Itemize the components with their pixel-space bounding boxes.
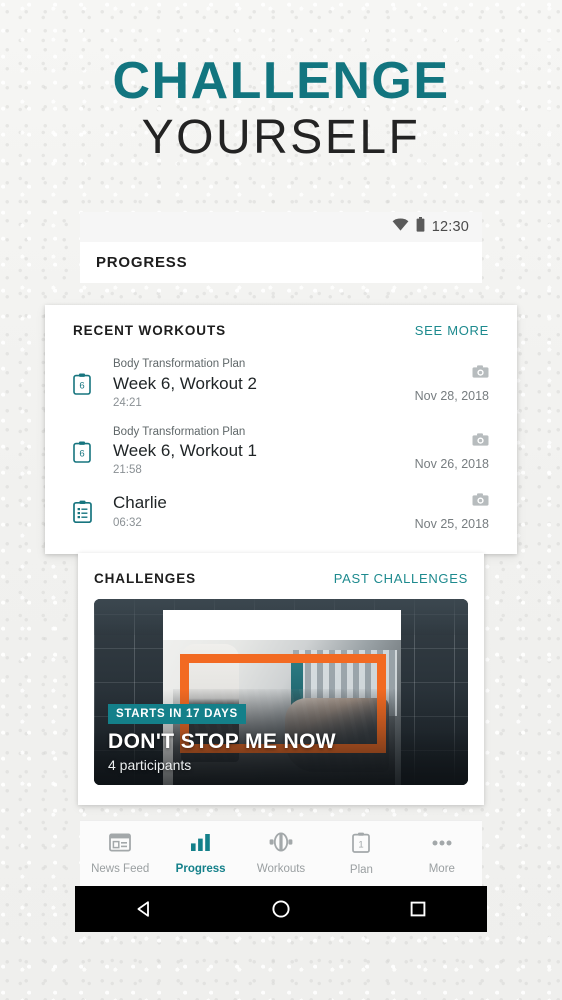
- clipboard-week-icon: 6: [73, 441, 107, 463]
- bottom-navigation: News Feed Progress Workouts 1 Plan More: [80, 820, 482, 886]
- headline-line-2: YOURSELF: [141, 111, 421, 165]
- table-row[interactable]: Charlie 06:32 Nov 25, 2018: [73, 485, 489, 537]
- recents-square-icon[interactable]: [395, 886, 441, 932]
- phone-mockup: 12:30 PROGRESS RECENT WORKOUTS SEE MORE …: [45, 212, 517, 932]
- workout-title: Week 6, Workout 2: [113, 373, 257, 393]
- news-feed-icon: [109, 832, 132, 857]
- bar-chart-icon: [190, 833, 211, 857]
- recent-workouts-title: RECENT WORKOUTS: [73, 323, 226, 338]
- more-dots-icon: [430, 833, 454, 857]
- challenges-title: CHALLENGES: [94, 571, 197, 586]
- past-challenges-button[interactable]: PAST CHALLENGES: [334, 571, 468, 586]
- promo-headline: CHALLENGE YOURSELF: [0, 54, 562, 165]
- workout-info: Charlie 06:32: [107, 492, 415, 530]
- workout-date: Nov 25, 2018: [414, 516, 489, 531]
- workout-meta: Nov 26, 2018: [414, 432, 489, 471]
- workout-duration: 06:32: [113, 516, 142, 529]
- workout-meta: Nov 28, 2018: [415, 365, 489, 403]
- challenge-banner[interactable]: STARTS IN 17 DAYS DON'T STOP ME NOW 4 pa…: [94, 599, 468, 785]
- clipboard-list-icon: [73, 500, 107, 523]
- headline-line-1: CHALLENGE: [112, 52, 450, 110]
- workout-meta: Nov 25, 2018: [414, 492, 489, 531]
- challenges-card: CHALLENGES PAST CHALLENGES STARTS IN 17 …: [78, 553, 484, 805]
- challenges-header: CHALLENGES PAST CHALLENGES: [94, 571, 468, 586]
- challenge-participants: 4 participants: [108, 757, 192, 773]
- status-badge: STARTS IN 17 DAYS: [108, 703, 246, 724]
- workout-duration: 21:58: [113, 464, 142, 477]
- nav-item-more[interactable]: More: [402, 833, 482, 875]
- recent-workouts-card: RECENT WORKOUTS SEE MORE 6 Body Transfor…: [45, 305, 517, 554]
- status-bar: 12:30: [80, 212, 482, 242]
- banner-text-block: STARTS IN 17 DAYS DON'T STOP ME NOW 4 pa…: [108, 703, 454, 773]
- app-bar: PROGRESS: [80, 242, 482, 283]
- screen-top: 12:30 PROGRESS: [80, 212, 482, 283]
- recent-workouts-header: RECENT WORKOUTS SEE MORE: [73, 323, 489, 338]
- wifi-icon: [392, 218, 409, 236]
- workout-date: Nov 26, 2018: [414, 456, 489, 471]
- workout-title: Charlie: [113, 493, 167, 513]
- workout-date: Nov 28, 2018: [414, 388, 489, 403]
- camera-icon[interactable]: [472, 492, 489, 511]
- nav-item-progress[interactable]: Progress: [160, 833, 240, 875]
- workout-title: Week 6, Workout 1: [113, 441, 257, 461]
- svg-text:6: 6: [79, 448, 84, 459]
- workout-info: Body Transformation Plan Week 6, Workout…: [107, 357, 415, 411]
- nav-label: More: [428, 862, 455, 875]
- nav-label: Plan: [349, 863, 373, 876]
- table-row[interactable]: 6 Body Transformation Plan Week 6, Worko…: [73, 418, 489, 486]
- home-circle-icon[interactable]: [258, 886, 304, 932]
- workout-duration: 24:21: [113, 396, 142, 409]
- back-triangle-icon[interactable]: [121, 886, 167, 932]
- nav-item-news-feed[interactable]: News Feed: [80, 832, 160, 875]
- camera-icon[interactable]: [472, 432, 489, 451]
- table-row[interactable]: 6 Body Transformation Plan Week 6, Worko…: [73, 350, 489, 418]
- page-title: PROGRESS: [96, 254, 188, 271]
- svg-text:6: 6: [79, 380, 84, 391]
- dumbbell-icon: [269, 832, 293, 857]
- challenge-title: DON'T STOP ME NOW: [108, 729, 337, 753]
- nav-item-workouts[interactable]: Workouts: [241, 832, 321, 875]
- nav-label: News Feed: [91, 862, 150, 875]
- camera-icon[interactable]: [472, 365, 489, 383]
- nav-item-plan[interactable]: 1 Plan: [321, 832, 401, 876]
- clipboard-week-icon: 6: [73, 373, 107, 395]
- see-more-button[interactable]: SEE MORE: [415, 323, 489, 338]
- svg-text:1: 1: [359, 839, 364, 850]
- nav-label: Progress: [175, 862, 226, 875]
- workout-plan-name: Body Transformation Plan: [113, 358, 246, 370]
- status-bar-time: 12:30: [431, 219, 469, 235]
- workout-info: Body Transformation Plan Week 6, Workout…: [107, 425, 415, 479]
- android-navigation-bar: [75, 886, 487, 932]
- nav-label: Workouts: [256, 863, 306, 875]
- calendar-icon: 1: [352, 832, 371, 858]
- workout-plan-name: Body Transformation Plan: [113, 425, 246, 438]
- battery-icon: [416, 217, 425, 237]
